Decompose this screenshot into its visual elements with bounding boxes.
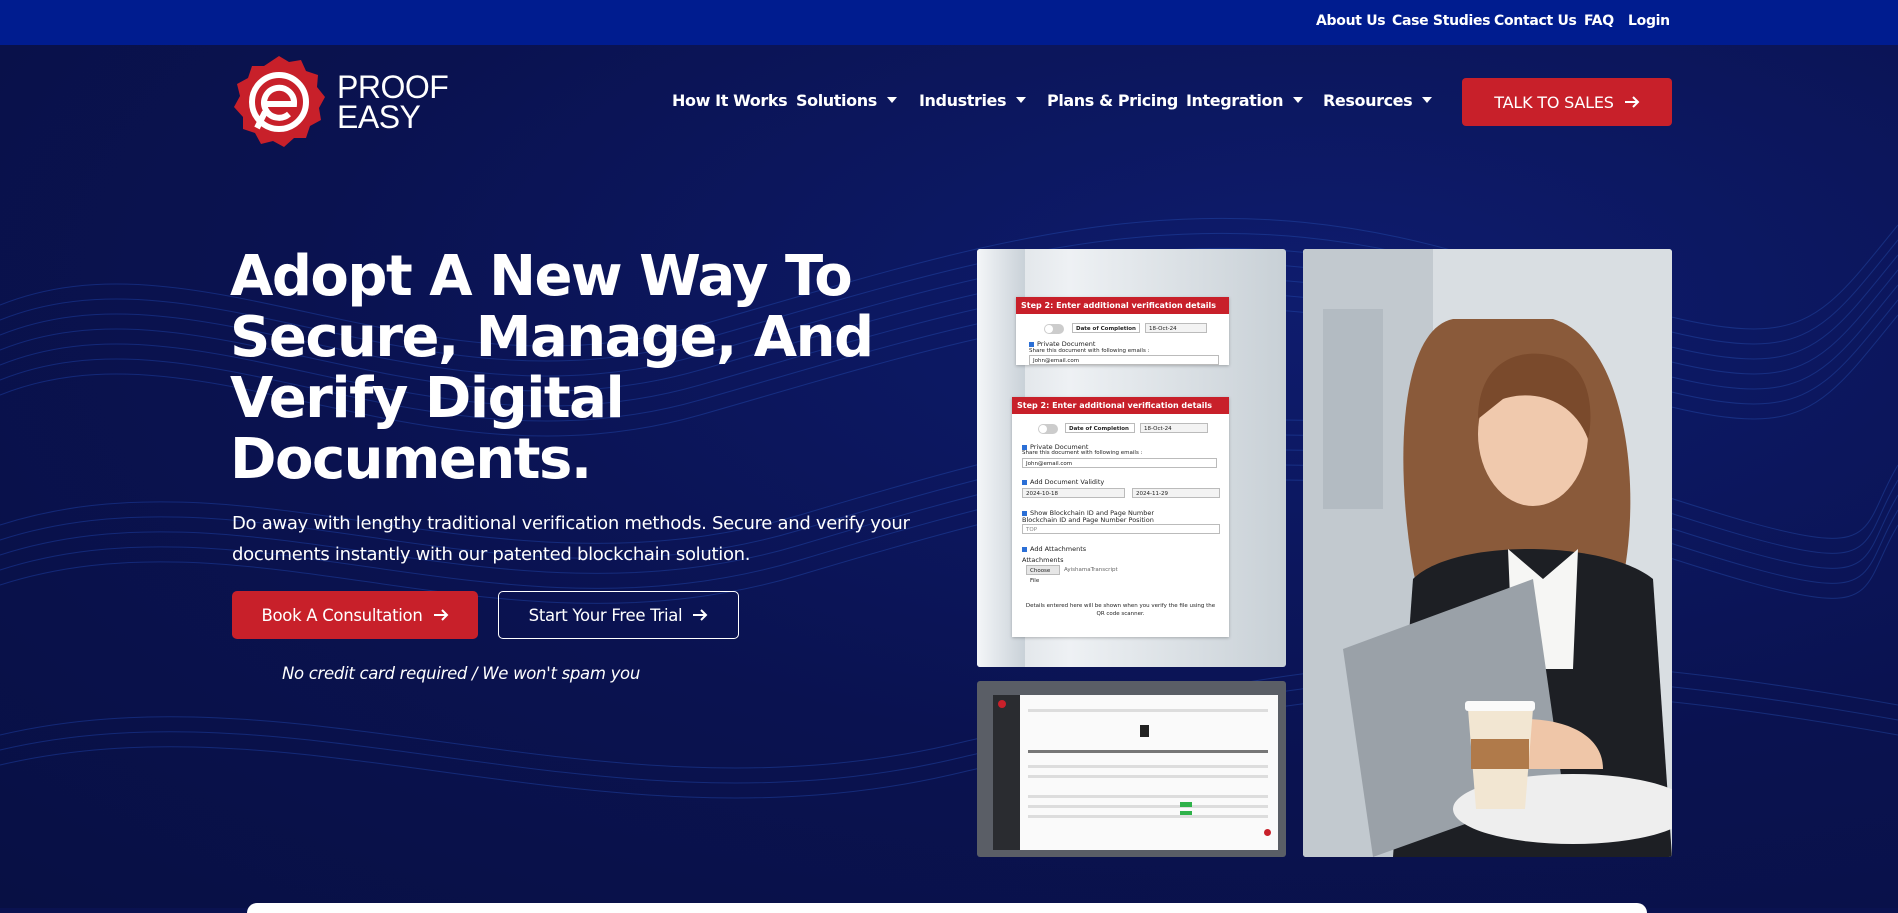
add-attachments-check: Add Attachments — [1022, 545, 1086, 553]
add-validity-check: Add Document Validity — [1022, 478, 1104, 486]
nav-label: Resources — [1323, 91, 1413, 110]
arrow-right-icon — [1624, 96, 1640, 108]
arrow-right-icon — [433, 609, 448, 621]
form-panel-front: Step 2: Enter additional verification de… — [1012, 397, 1229, 637]
logo-line-proof: PROOF — [337, 69, 449, 105]
logo-seal-icon — [234, 56, 325, 147]
form-screenshot-image: Step 2: Enter additional verification de… — [977, 249, 1286, 667]
nav-label: Industries — [919, 91, 1007, 110]
start-free-trial-button[interactable]: Start Your Free Trial — [498, 591, 739, 639]
headline-line: Documents. — [230, 427, 592, 492]
about-us-link[interactable]: About Us — [1316, 13, 1386, 29]
attachments-label: Attachments — [1022, 556, 1064, 564]
logo-wordmark: PROOF EASY — [337, 69, 449, 135]
nav-label: How It Works — [672, 91, 788, 110]
headline-line: Secure, Manage, And — [230, 305, 874, 370]
subtext-line: Do away with lengthy traditional verific… — [232, 513, 910, 534]
position-label: Blockchain ID and Page Number Position — [1022, 516, 1154, 524]
date-value: 18-Oct-24 — [1145, 323, 1207, 333]
private-doc-check: Private Document — [1029, 340, 1095, 348]
dashboard-main-decor — [1020, 695, 1278, 850]
hero-subtext: Do away with lengthy traditional verific… — [232, 508, 952, 570]
woman-laptop-illustration — [1303, 249, 1672, 857]
case-studies-link[interactable]: Case Studies — [1392, 13, 1491, 29]
chevron-down-icon — [1422, 97, 1433, 103]
share-label: Share this document with following email… — [1029, 348, 1150, 354]
talk-to-sales-button[interactable]: TALK TO SALES — [1462, 78, 1672, 126]
subtext-line: documents instantly with our patented bl… — [232, 544, 751, 565]
nav-plans-pricing[interactable]: Plans & Pricing — [1047, 91, 1178, 110]
form-panel-header: Step 2: Enter additional verification de… — [1012, 397, 1229, 414]
nav-label: Plans & Pricing — [1047, 91, 1178, 110]
logo-line-easy: EASY — [337, 99, 421, 135]
hero-headline: Adopt A New Way To Secure, Manage, And V… — [230, 246, 930, 490]
dashboard-screenshot-image — [977, 681, 1286, 857]
faq-link[interactable]: FAQ — [1584, 13, 1614, 29]
email-value: John@email.com — [1029, 355, 1219, 365]
dashboard-sidebar-decor — [993, 695, 1020, 850]
toggle-switch — [1038, 424, 1058, 434]
bottom-section-edge — [247, 903, 1647, 913]
no-credit-card-note: No credit card required / We won't spam … — [282, 664, 640, 683]
nav-label: Integration — [1186, 91, 1284, 110]
nav-integration[interactable]: Integration — [1186, 91, 1304, 110]
nav-how-it-works[interactable]: How It Works — [672, 91, 788, 110]
top-utility-bar: About Us Case Studies Contact Us FAQ Log… — [0, 0, 1898, 45]
share-label: Share this document with following email… — [1022, 450, 1143, 456]
headline-line: Adopt A New Way To — [230, 244, 853, 309]
position-select: TOP — [1022, 524, 1220, 534]
arrow-right-icon — [693, 609, 708, 621]
nav-resources[interactable]: Resources — [1323, 91, 1433, 110]
chevron-down-icon — [1293, 97, 1304, 103]
file-name: AyishamaTranscript — [1064, 567, 1118, 573]
date-label: Date of Completion — [1065, 423, 1135, 433]
book-consultation-label: Book A Consultation — [261, 605, 423, 625]
nav-label: Solutions — [796, 91, 877, 110]
chevron-down-icon — [886, 97, 897, 103]
login-link[interactable]: Login — [1628, 13, 1670, 29]
talk-to-sales-label: TALK TO SALES — [1494, 92, 1614, 112]
toggle-switch — [1044, 324, 1064, 334]
nav-industries[interactable]: Industries — [919, 91, 1027, 110]
form-panel-back: Step 2: Enter additional verification de… — [1016, 297, 1229, 365]
book-consultation-button[interactable]: Book A Consultation — [232, 591, 478, 639]
form-footer-note: Details entered here will be shown when … — [1025, 603, 1216, 617]
start-free-trial-label: Start Your Free Trial — [528, 605, 683, 625]
email-value: John@email.com — [1022, 458, 1217, 468]
valid-to-value: 2024-11-29 — [1132, 488, 1220, 498]
nav-solutions[interactable]: Solutions — [796, 91, 897, 110]
valid-from-value: 2024-10-18 — [1022, 488, 1125, 498]
chevron-down-icon — [1016, 97, 1027, 103]
proofeasy-logo[interactable]: PROOF EASY — [230, 53, 449, 153]
form-panel-header: Step 2: Enter additional verification de… — [1016, 297, 1229, 314]
woman-laptop-photo — [1303, 249, 1672, 857]
date-value: 18-Oct-24 — [1140, 423, 1208, 433]
date-label: Date of Completion — [1072, 323, 1140, 333]
contact-us-link[interactable]: Contact Us — [1494, 13, 1577, 29]
choose-file-button: Choose File — [1026, 565, 1060, 584]
headline-line: Verify Digital — [230, 366, 625, 431]
